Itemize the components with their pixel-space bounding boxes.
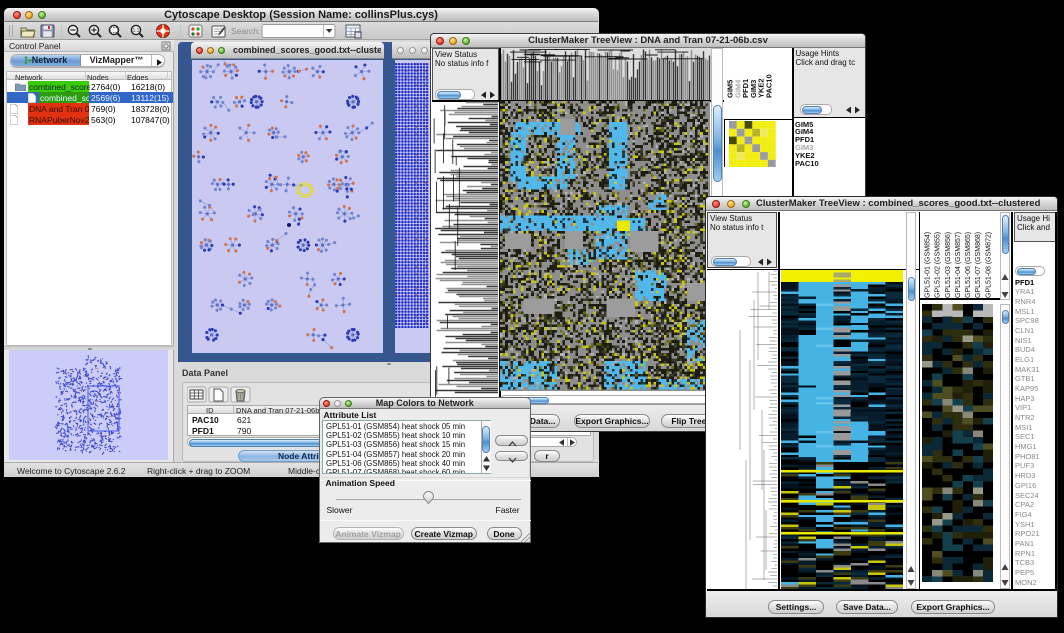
svg-text:GPL51-08 (GSM872): GPL51-08 (GSM872) [985, 232, 992, 298]
svg-text:GPL51-03 (GSM856): GPL51-03 (GSM856) [945, 232, 952, 298]
svg-text:GPL51-01 (GSM854): GPL51-01 (GSM854) [925, 232, 932, 298]
svg-text:Search:: Search: [231, 26, 260, 36]
svg-text:GPL51-04 (GSM857): GPL51-04 (GSM857) [955, 232, 962, 298]
svg-text:GPL51-07 (GSM868): GPL51-07 (GSM868) [975, 232, 982, 298]
svg-text:GPL51-02 (GSM855): GPL51-02 (GSM855) [935, 232, 942, 298]
svg-text:GPL51-06 (GSM865): GPL51-06 (GSM865) [965, 232, 972, 298]
svg-text:PAC10: PAC10 [764, 74, 773, 98]
svg-text:1:1: 1:1 [133, 28, 140, 34]
